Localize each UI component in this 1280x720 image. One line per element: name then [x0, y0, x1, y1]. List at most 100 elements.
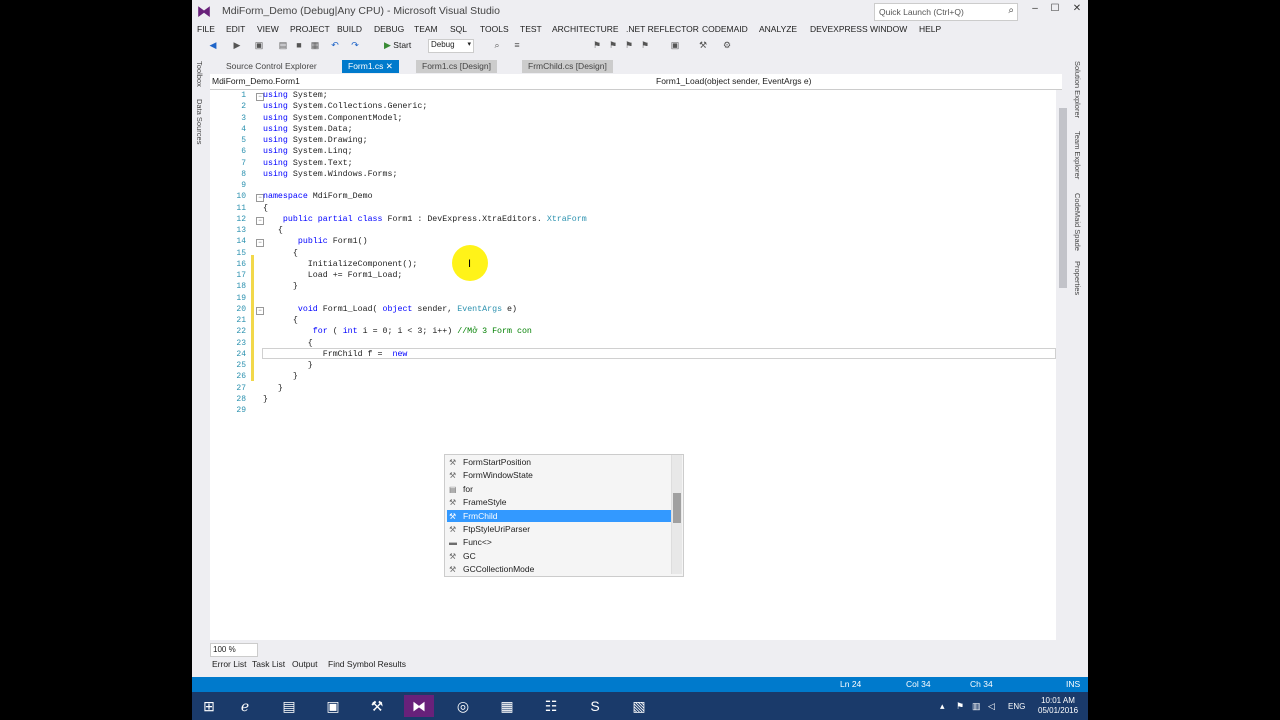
code-token: using	[263, 136, 288, 145]
bookmark-prev-icon[interactable]: ⚑	[608, 40, 618, 50]
quick-launch-placeholder: Quick Launch (Ctrl+Q)	[879, 7, 964, 17]
zoom-select[interactable]: 100 %	[210, 643, 258, 657]
tray-flag-icon[interactable]: ⚑	[956, 701, 964, 712]
team-explorer-tab[interactable]: Team Explorer	[1073, 131, 1082, 179]
tools-icon[interactable]: ⚒	[698, 40, 708, 50]
start-icon[interactable]: ⊞	[194, 695, 224, 717]
menu-team[interactable]: TEAM	[414, 24, 438, 34]
tray-arrow-icon[interactable]: ▴	[940, 701, 945, 712]
maximize-button[interactable]: ☐	[1046, 3, 1064, 17]
editor-vertical-scrollbar[interactable]	[1058, 90, 1068, 640]
start-debug-button[interactable]: ▶ Start	[384, 40, 411, 51]
menu-codemaid[interactable]: CODEMAID	[702, 24, 748, 34]
intellisense-popup[interactable]: ⚒ FormStartPosition ⚒ FormWindowState ▤ for ⚒ F…	[444, 454, 684, 577]
close-button[interactable]: ✕	[1068, 3, 1086, 17]
menu-window[interactable]: WINDOW	[870, 24, 907, 34]
solution-configuration-select[interactable]: Debug ▾	[428, 39, 474, 53]
minimize-button[interactable]: –	[1026, 3, 1044, 17]
menu-architecture[interactable]: ARCHITECTURE	[552, 24, 619, 34]
data-sources-tab[interactable]: Data Sources	[195, 99, 204, 144]
new-project-icon[interactable]: ▣	[254, 40, 264, 50]
code-line: }	[263, 395, 268, 404]
type-dropdown[interactable]: MdiForm_Demo.Form1	[212, 76, 300, 86]
menu-project[interactable]: PROJECT	[290, 24, 330, 34]
tab-error-list[interactable]: Error List	[212, 659, 246, 669]
completion-scroll-thumb[interactable]	[673, 493, 681, 523]
codemaid-spade-tab[interactable]: CodeMaid Spade	[1073, 193, 1082, 251]
menu-file[interactable]: FILE	[197, 24, 215, 34]
notes-icon[interactable]: ▦	[492, 695, 522, 717]
chrome-icon[interactable]: ◎	[448, 695, 478, 717]
code-token: MdiForm_Demo	[312, 192, 373, 202]
menu-sql[interactable]: SQL	[450, 24, 467, 34]
tab-form1-design[interactable]: Form1.cs [Design]	[416, 60, 497, 73]
editor-scroll-thumb[interactable]	[1059, 108, 1067, 288]
system-clock[interactable]: 10:01 AM 05/01/2016	[1038, 696, 1078, 716]
tray-network-icon[interactable]: ▥	[972, 701, 981, 712]
bookmark-clear-icon[interactable]: ⚑	[640, 40, 650, 50]
menu-test[interactable]: TEST	[520, 24, 542, 34]
completion-item[interactable]: ⚒ FormStartPosition	[447, 456, 671, 468]
open-file-icon[interactable]: ▤	[278, 40, 288, 50]
completion-item[interactable]: ⚒ GCCollectionMode	[447, 563, 671, 575]
visual-studio-icon[interactable]: ⧓	[404, 695, 434, 717]
undo-icon[interactable]: ↶	[330, 40, 340, 50]
code-token: XtraForm	[546, 214, 587, 224]
file-explorer-icon[interactable]: ▤	[274, 695, 304, 717]
solution-explorer-tab[interactable]: Solution Explorer	[1073, 61, 1082, 118]
menu-edit[interactable]: EDIT	[226, 24, 245, 34]
back-icon[interactable]: ◀	[208, 40, 218, 50]
tab-frmchild-design[interactable]: FrmChild.cs [Design]	[522, 60, 613, 73]
completion-item[interactable]: ⚒ FtpStyleUriParser	[447, 523, 671, 535]
completion-item[interactable]: ⚒ GC	[447, 550, 671, 562]
bookmark-icon[interactable]: ⚑	[592, 40, 602, 50]
code-token: System.Windows.Forms;	[292, 169, 398, 179]
network-icon[interactable]: ☷	[536, 695, 566, 717]
code-token: sender,	[417, 304, 453, 314]
menu-net-reflector[interactable]: .NET REFLECTOR	[626, 24, 699, 34]
menu-view[interactable]: VIEW	[257, 24, 279, 34]
code-token: EventArgs	[457, 304, 503, 314]
bookmark-next-icon[interactable]: ⚑	[624, 40, 634, 50]
internet-explorer-icon[interactable]: ℯ	[230, 695, 260, 717]
skype-icon[interactable]: S	[580, 695, 610, 717]
store-icon[interactable]: ▣	[318, 695, 348, 717]
toolbox-tab[interactable]: Toolbox	[195, 61, 204, 87]
find-icon[interactable]: ⌕	[492, 40, 502, 50]
menu-analyze[interactable]: ANALYZE	[759, 24, 797, 34]
code-editor[interactable]: 1 2 3 4 5 6 7 8 9 10 11 12 13 14 15 16 17 18 19 20 21 22 23 24 2…	[210, 90, 1056, 640]
menu-debug[interactable]: DEBUG	[374, 24, 404, 34]
redo-icon[interactable]: ↷	[350, 40, 360, 50]
tab-source-control-explorer[interactable]: Source Control Explorer	[220, 60, 323, 73]
menu-build[interactable]: BUILD	[337, 24, 362, 34]
tray-volume-icon[interactable]: ◁	[988, 701, 995, 712]
tab-output[interactable]: Output	[292, 659, 318, 669]
save-icon[interactable]: ■	[294, 40, 304, 50]
code-token: }	[263, 361, 313, 370]
app-icon[interactable]: ▧	[624, 695, 654, 717]
tools-icon[interactable]: ⚒	[362, 695, 392, 717]
quick-launch-input[interactable]: Quick Launch (Ctrl+Q) ⌕	[874, 3, 1018, 21]
properties-tab[interactable]: Properties	[1073, 261, 1082, 295]
save-all-icon[interactable]: ▦	[310, 40, 320, 50]
completion-item[interactable]: ⚒ FrmChild	[447, 509, 671, 522]
forward-icon[interactable]: ▶	[232, 40, 242, 50]
completion-item[interactable]: ⚒ FormWindowState	[447, 469, 671, 481]
menu-tools[interactable]: TOOLS	[480, 24, 509, 34]
tab-form1-cs[interactable]: Form1.cs ✕	[342, 60, 399, 73]
completion-scrollbar[interactable]	[671, 455, 682, 574]
extensions-icon[interactable]: ⚙	[722, 40, 732, 50]
completion-item[interactable]: ▬ Func<>	[447, 536, 671, 548]
menu-help[interactable]: HELP	[919, 24, 941, 34]
input-language[interactable]: ENG	[1008, 702, 1025, 711]
menu-devexpress[interactable]: DEVEXPRESS	[810, 24, 868, 34]
member-dropdown[interactable]: Form1_Load(object sender, EventArgs e)	[656, 76, 811, 86]
layout-icon[interactable]: ▣	[670, 40, 680, 50]
completion-item[interactable]: ⚒ FrameStyle	[447, 496, 671, 508]
tab-task-list[interactable]: Task List	[252, 659, 285, 669]
close-icon[interactable]: ✕	[386, 61, 393, 71]
completion-item[interactable]: ▤ for	[447, 483, 671, 495]
tab-find-symbol-results[interactable]: Find Symbol Results	[328, 659, 406, 669]
comment-icon[interactable]: ≡	[512, 40, 522, 50]
